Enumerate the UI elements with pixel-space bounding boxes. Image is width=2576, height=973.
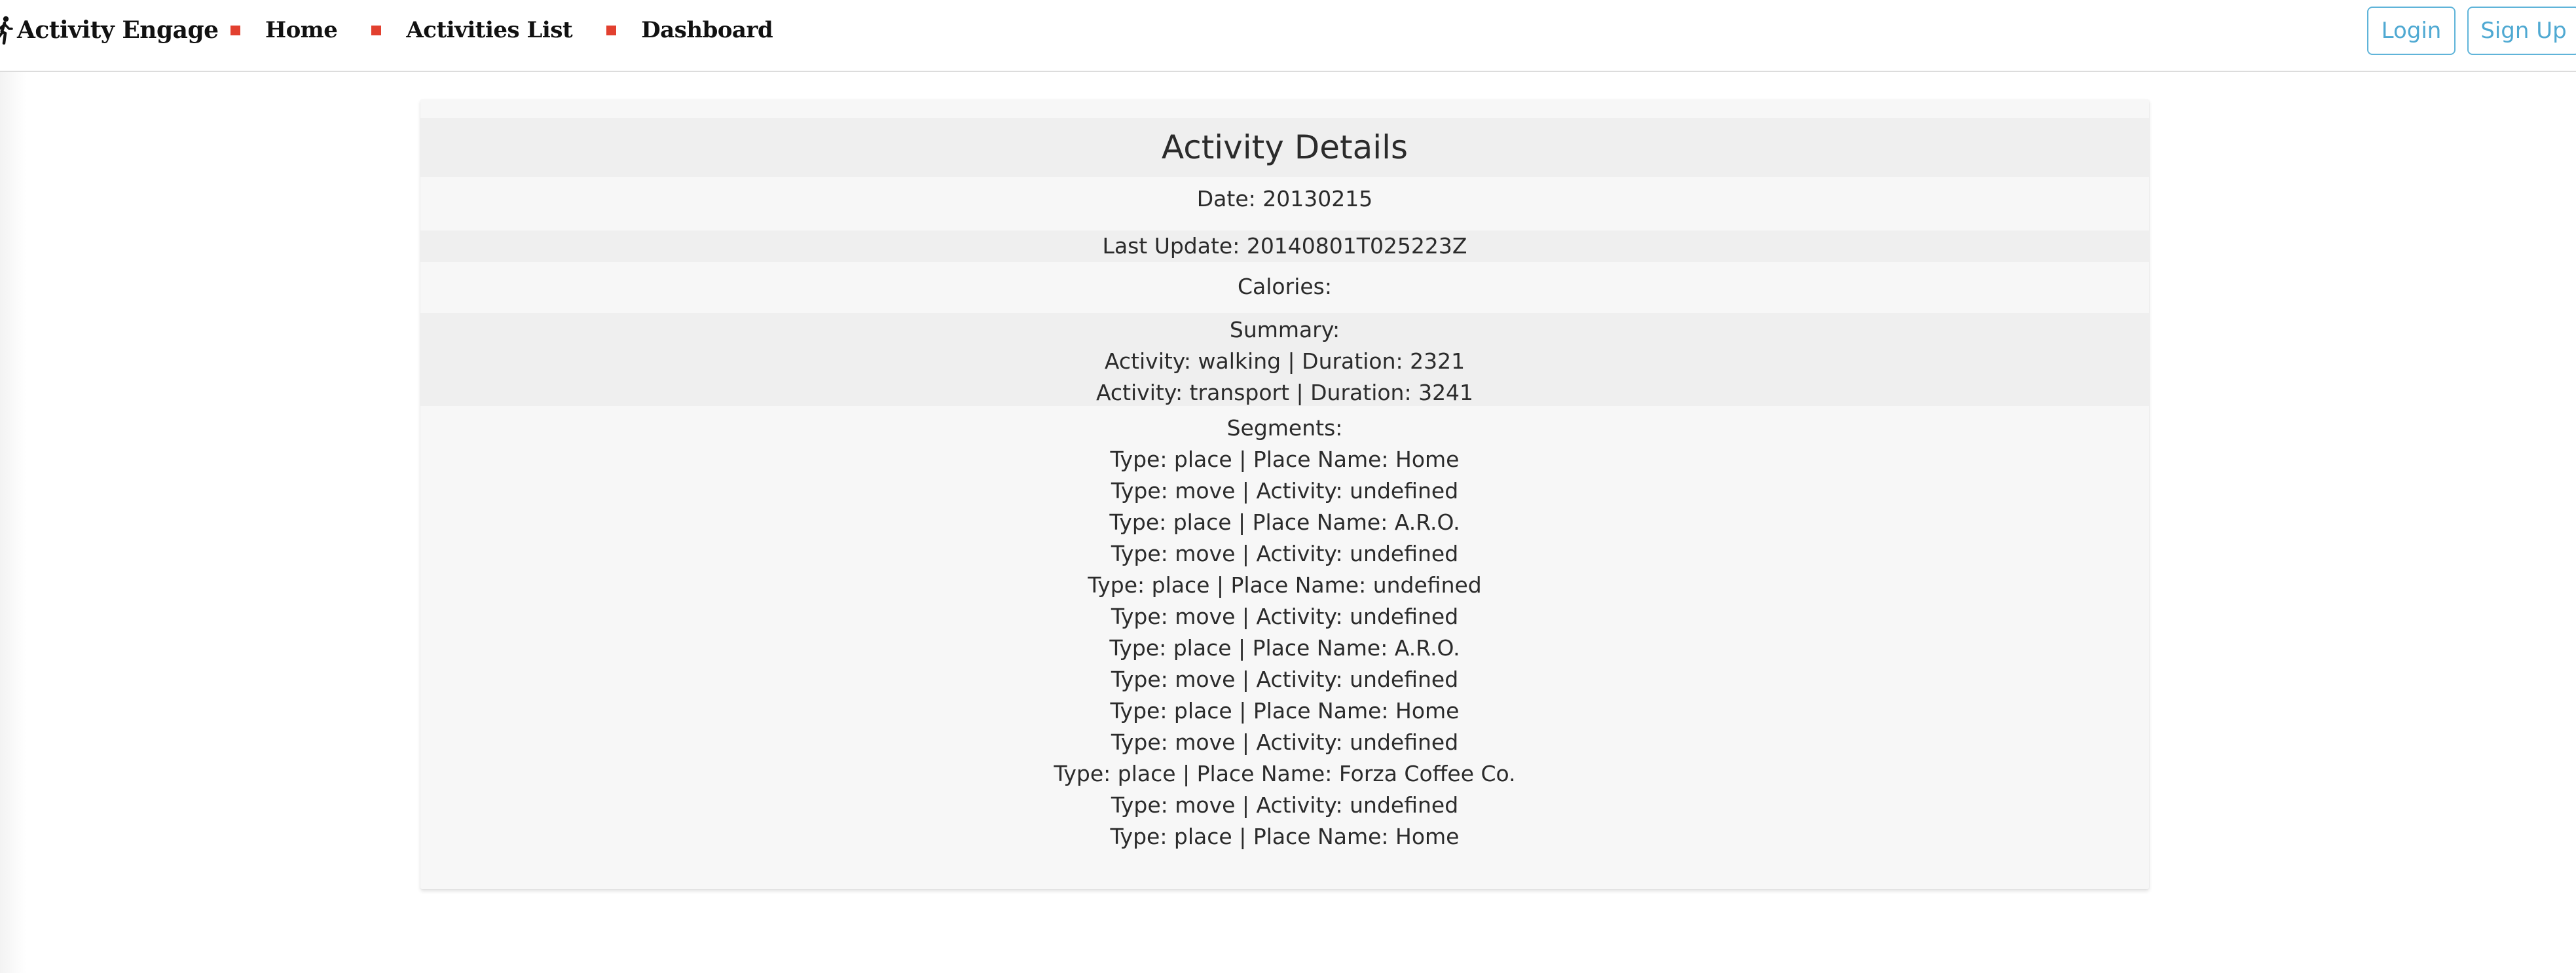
card-title: Activity Details <box>1161 128 1408 166</box>
nav-links: Home Activities List Dashboard <box>230 13 807 47</box>
nav-link-dashboard[interactable]: Dashboard <box>606 17 773 43</box>
signup-button[interactable]: Sign Up <box>2467 7 2576 55</box>
walking-person-icon <box>0 16 13 45</box>
brand[interactable]: Activity Engage <box>0 13 219 47</box>
nav-link-home[interactable]: Home <box>230 17 338 43</box>
summary-item: Activity: transport | Duration: 3241 <box>1095 380 1474 405</box>
summary-label: Summary: <box>1229 317 1340 342</box>
summary-item: Activity: walking | Duration: 2321 <box>1104 348 1465 374</box>
segment-item: Type: place | Place Name: Home <box>1110 447 1460 472</box>
segment-item: Type: move | Activity: undefined <box>1111 478 1459 504</box>
bullet-icon <box>371 25 382 35</box>
brand-name: Activity Engage <box>17 16 219 44</box>
segment-item: Type: place | Place Name: Home <box>1110 824 1460 849</box>
segment-item: Type: move | Activity: undefined <box>1111 541 1459 566</box>
card-header: Activity Details <box>420 118 2149 177</box>
top-navbar: Activity Engage Home Activities List Das… <box>0 0 2576 72</box>
activity-segments: Segments: Type: place | Place Name: Home… <box>420 406 2149 853</box>
login-button[interactable]: Login <box>2367 7 2456 55</box>
segment-item: Type: place | Place Name: A.R.O. <box>1109 635 1460 661</box>
auth-buttons: Login Sign Up <box>2355 7 2576 55</box>
bullet-icon <box>606 25 617 35</box>
activity-calories: Calories: <box>1238 274 1332 299</box>
page-gutter <box>0 72 26 973</box>
segment-item: Type: move | Activity: undefined <box>1111 729 1459 755</box>
segment-item: Type: move | Activity: undefined <box>1111 604 1459 629</box>
segment-item: Type: place | Place Name: Home <box>1110 698 1460 724</box>
activity-last-update: Last Update: 20140801T025223Z <box>420 230 2149 262</box>
nav-link-activities-list-label: Activities List <box>406 17 573 43</box>
activity-date: Date: 20130215 <box>1196 186 1373 211</box>
segment-item: Type: move | Activity: undefined <box>1111 792 1459 818</box>
nav-link-home-label: Home <box>265 17 338 43</box>
nav-link-dashboard-label: Dashboard <box>641 17 773 43</box>
segment-item: Type: move | Activity: undefined <box>1111 667 1459 692</box>
activity-summary: Summary: Activity: walking | Duration: 2… <box>420 313 2149 406</box>
segment-item: Type: place | Place Name: A.R.O. <box>1109 509 1460 535</box>
segments-label: Segments: <box>1226 415 1343 441</box>
segment-item: Type: place | Place Name: Forza Coffee C… <box>1054 761 1516 786</box>
bullet-icon <box>230 25 240 35</box>
nav-link-activities-list[interactable]: Activities List <box>371 17 573 43</box>
segment-item: Type: place | Place Name: undefined <box>1088 572 1482 598</box>
activity-details-card: Activity Details Date: 20130215 Last Upd… <box>420 100 2149 889</box>
